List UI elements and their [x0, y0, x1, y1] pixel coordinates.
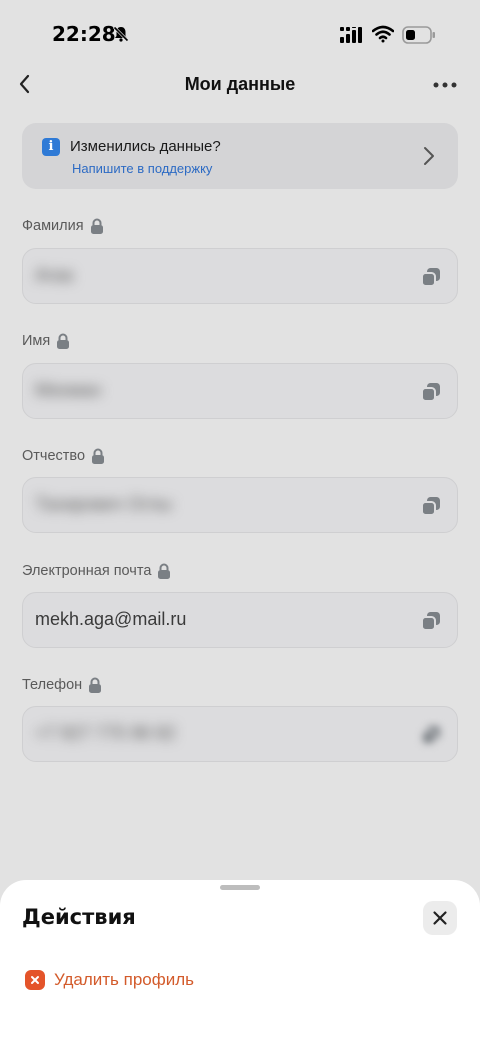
phone-value: +7 927 775 96 82 — [35, 723, 176, 743]
field-label-firstname: Имя — [22, 333, 70, 349]
sheet-drag-handle[interactable] — [220, 885, 260, 890]
field-label-text: Электронная почта — [22, 563, 152, 579]
patronymic-field[interactable]: Тахирович Оглы — [22, 477, 458, 533]
more-options-icon[interactable] — [430, 78, 460, 92]
email-value: mekh.aga@mail.ru — [35, 609, 187, 629]
delete-x-icon — [25, 970, 45, 990]
status-time: 22:28 — [52, 22, 116, 46]
info-card-title: Изменились данные? — [70, 138, 221, 155]
patronymic-value: Тахирович Оглы — [35, 494, 172, 514]
info-icon: i — [42, 138, 60, 156]
copy-icon[interactable] — [421, 611, 441, 631]
firstname-value: Мехман — [35, 380, 102, 400]
field-label-lastname: Фамилия — [22, 218, 104, 234]
field-label-patronymic: Отчество — [22, 448, 105, 464]
cellular-signal-icon — [340, 27, 362, 43]
copy-icon[interactable] — [421, 382, 441, 402]
lock-icon — [92, 448, 105, 464]
firstname-field[interactable]: Мехман — [22, 363, 458, 419]
lastname-value: Агаа — [35, 265, 74, 285]
field-label-text: Отчество — [22, 448, 86, 464]
copy-icon[interactable] — [421, 267, 441, 287]
wifi-icon — [372, 25, 394, 43]
copy-icon[interactable] — [421, 496, 441, 516]
copy-icon[interactable] — [421, 725, 441, 745]
lock-icon — [89, 677, 102, 693]
support-info-card[interactable]: i Изменились данные? Напишите в поддержк… — [22, 123, 458, 189]
delete-profile-button[interactable]: Удалить профиль — [25, 968, 194, 992]
support-link[interactable]: Напишите в поддержку — [72, 161, 212, 176]
status-bar: 22:28 — [0, 0, 480, 70]
field-label-text: Телефон — [22, 677, 83, 693]
close-button[interactable] — [423, 901, 457, 935]
close-icon — [433, 911, 447, 925]
field-label-email: Электронная почта — [22, 563, 171, 579]
lastname-field[interactable]: Агаа — [22, 248, 458, 304]
delete-profile-label: Удалить профиль — [54, 970, 195, 989]
phone-field[interactable]: +7 927 775 96 82 — [22, 706, 458, 762]
field-label-phone: Телефон — [22, 677, 102, 693]
chevron-right-icon — [424, 147, 434, 165]
email-field[interactable]: mekh.aga@mail.ru — [22, 592, 458, 648]
lock-icon — [90, 218, 103, 234]
bell-muted-icon — [112, 25, 130, 43]
field-label-text: Имя — [22, 333, 51, 349]
lock-icon — [158, 563, 171, 579]
sheet-title: Действия — [22, 905, 136, 929]
page-title: Мои данные — [184, 74, 296, 94]
lock-icon — [57, 333, 70, 349]
field-label-text: Фамилия — [22, 218, 84, 234]
battery-icon — [402, 26, 435, 44]
